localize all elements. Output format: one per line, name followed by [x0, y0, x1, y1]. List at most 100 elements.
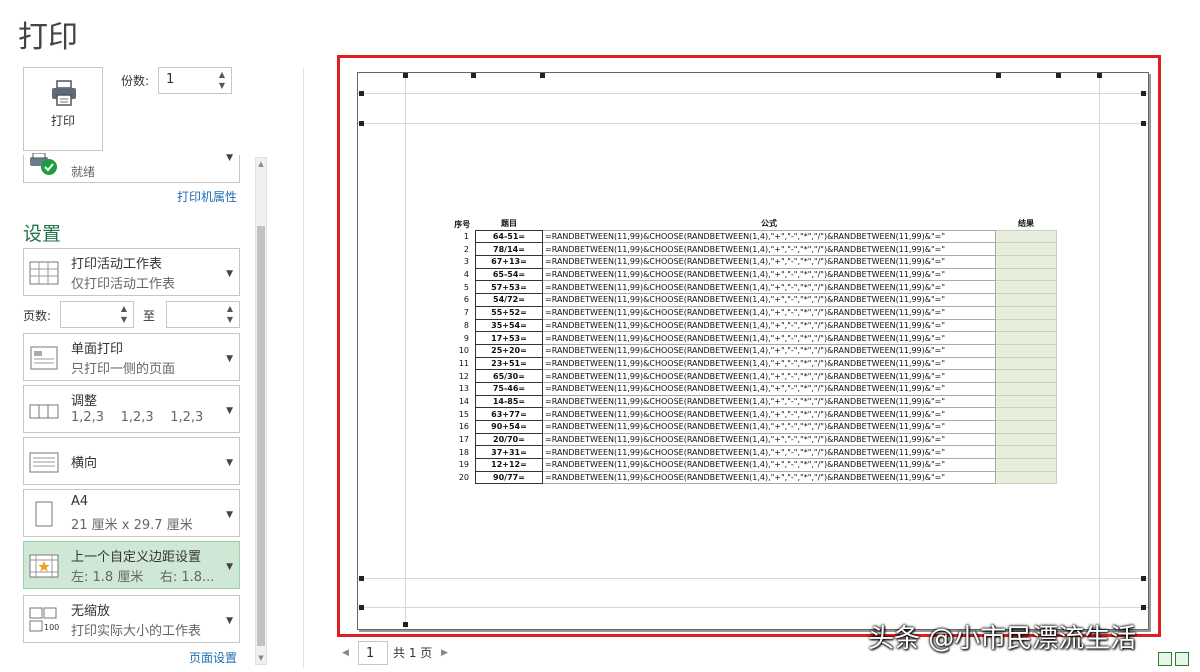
- pages-to-stepper[interactable]: ▲ ▼: [166, 301, 240, 328]
- margin-handle[interactable]: [359, 605, 364, 610]
- table-row: 14 14-85= =RANDBETWEEN(11,99)&CHOOSE(RANDB…: [449, 394, 1057, 409]
- margin-handle[interactable]: [1097, 73, 1102, 78]
- paper-title: A4: [71, 494, 89, 509]
- margin-handle[interactable]: [359, 576, 364, 581]
- result-cell: [995, 420, 1057, 434]
- row-number: 16: [458, 422, 469, 432]
- chevron-down-icon: ▼: [226, 269, 233, 279]
- question-cell: 75-46=: [475, 381, 543, 396]
- show-margins-button[interactable]: [1158, 652, 1172, 666]
- stepper-up-icon[interactable]: ▲: [216, 70, 228, 80]
- chevron-down-icon: ▼: [226, 406, 233, 416]
- collate-select[interactable]: 调整 1,2,3 1,2,3 1,2,3 ▼: [23, 385, 240, 433]
- table-row: 7 55+52= =RANDBETWEEN(11,99)&CHOOSE(RANDBE…: [449, 305, 1057, 320]
- formula-cell: =RANDBETWEEN(11,99)&CHOOSE(RANDBETWEEN(1…: [542, 369, 996, 383]
- stepper-down-icon[interactable]: ▼: [118, 315, 130, 325]
- table-row: 5 57+53= =RANDBETWEEN(11,99)&CHOOSE(RANDBE…: [449, 280, 1057, 295]
- scrollbar-thumb[interactable]: [257, 226, 265, 646]
- page-title: 打印: [18, 20, 78, 55]
- print-active-sheet-select[interactable]: 打印活动工作表 仅打印活动工作表 ▼: [23, 248, 240, 296]
- copies-stepper[interactable]: 1 ▲ ▼: [158, 67, 232, 94]
- scaling-select[interactable]: 100 无缩放 打印实际大小的工作表 ▼: [23, 595, 240, 643]
- page-setup-link[interactable]: 页面设置: [189, 649, 237, 666]
- result-cell: [995, 242, 1057, 257]
- question-cell: 63+77=: [475, 407, 543, 421]
- scaling-subtitle: 打印实际大小的工作表: [71, 624, 202, 639]
- row-number: 13: [458, 384, 469, 394]
- settings-scrollbar[interactable]: ▲ ▼: [255, 157, 267, 665]
- row-number: 12: [458, 371, 469, 381]
- result-cell: [995, 343, 1057, 358]
- chevron-down-icon: ▼: [226, 153, 233, 163]
- stepper-down-icon[interactable]: ▼: [224, 315, 236, 325]
- formula-cell: =RANDBETWEEN(11,99)&CHOOSE(RANDBETWEEN(1…: [542, 267, 996, 282]
- result-cell: [995, 229, 1057, 244]
- margin-handle[interactable]: [1056, 73, 1061, 78]
- margin-handle[interactable]: [359, 121, 364, 126]
- sided-select[interactable]: 单面打印 只打印一侧的页面 ▼: [23, 333, 240, 381]
- question-cell: 78/14=: [475, 242, 543, 257]
- stepper-up-icon[interactable]: ▲: [224, 304, 236, 314]
- prev-page-icon[interactable]: ◀: [342, 648, 349, 658]
- landscape-icon: [29, 452, 59, 473]
- margin-handle[interactable]: [359, 91, 364, 96]
- row-number: 20: [458, 473, 469, 483]
- margin-handle[interactable]: [403, 73, 408, 78]
- table-row: 3 67+13= =RANDBETWEEN(11,99)&CHOOSE(RANDBE…: [449, 255, 1057, 269]
- panel-divider: [303, 68, 304, 668]
- orientation-select[interactable]: 横向 ▼: [23, 437, 240, 485]
- row-number: 14: [458, 396, 469, 406]
- next-page-icon[interactable]: ▶: [441, 648, 448, 658]
- scroll-up-icon[interactable]: ▲: [256, 160, 266, 168]
- pages-label: 页数:: [23, 309, 52, 323]
- pages-to-label: 至: [143, 309, 156, 323]
- pages-from-stepper[interactable]: ▲ ▼: [60, 301, 134, 328]
- question-cell: 14-85=: [475, 394, 543, 409]
- zoom-to-page-button[interactable]: [1175, 652, 1189, 666]
- chevron-down-icon: ▼: [226, 458, 233, 468]
- table-row: 18 37+31= =RANDBETWEEN(11,99)&CHOOSE(RANDB…: [449, 445, 1057, 460]
- row-number: 17: [458, 435, 469, 445]
- question-cell: 90+54=: [475, 420, 543, 434]
- margin-handle[interactable]: [540, 73, 545, 78]
- row-number: 10: [458, 346, 469, 356]
- paper-size-select[interactable]: A4 21 厘米 x 29.7 厘米 ▼: [23, 489, 240, 537]
- row-number: 6: [463, 295, 469, 305]
- question-cell: 23+51=: [475, 356, 543, 371]
- stepper-up-icon[interactable]: ▲: [118, 304, 130, 314]
- printer-select[interactable]: 就绪 ▼: [23, 153, 240, 183]
- formula-cell: =RANDBETWEEN(11,99)&CHOOSE(RANDBETWEEN(1…: [542, 293, 996, 307]
- question-cell: 25+20=: [475, 343, 543, 358]
- copies-label: 份数:: [121, 74, 150, 88]
- paper-icon: [35, 501, 53, 527]
- margin-handle[interactable]: [996, 73, 1001, 78]
- margin-handle[interactable]: [403, 622, 408, 627]
- print-button[interactable]: 打印: [23, 67, 103, 151]
- margin-handle[interactable]: [1141, 121, 1146, 126]
- stepper-down-icon[interactable]: ▼: [216, 81, 228, 91]
- table-header-row: 序号 题目 公式 结果: [449, 218, 1057, 230]
- scroll-down-icon[interactable]: ▼: [256, 654, 266, 662]
- formula-cell: =RANDBETWEEN(11,99)&CHOOSE(RANDBETWEEN(1…: [542, 445, 996, 460]
- row-number: 9: [463, 333, 469, 343]
- row-number: 2: [463, 244, 469, 254]
- margin-guide: [358, 123, 1148, 124]
- formula-cell: =RANDBETWEEN(11,99)&CHOOSE(RANDBETWEEN(1…: [542, 305, 996, 320]
- chevron-down-icon: ▼: [226, 510, 233, 520]
- margin-guide: [358, 93, 1148, 94]
- collate-subtitle: 1,2,3 1,2,3 1,2,3: [71, 410, 204, 425]
- current-page-input[interactable]: 1: [358, 641, 388, 665]
- margin-handle[interactable]: [1141, 91, 1146, 96]
- result-cell: [995, 293, 1057, 307]
- margins-select[interactable]: 上一个自定义边距设置 左: 1.8 厘米 右: 1.8... ▼: [23, 541, 240, 589]
- table-row: 9 17+53= =RANDBETWEEN(11,99)&CHOOSE(RANDBE…: [449, 331, 1057, 345]
- printer-properties-link[interactable]: 打印机属性: [177, 188, 237, 205]
- formula-cell: =RANDBETWEEN(11,99)&CHOOSE(RANDBETWEEN(1…: [542, 331, 996, 345]
- formula-cell: =RANDBETWEEN(11,99)&CHOOSE(RANDBETWEEN(1…: [542, 381, 996, 396]
- margin-handle[interactable]: [1141, 576, 1146, 581]
- question-cell: 20/70=: [475, 432, 543, 447]
- formula-cell: =RANDBETWEEN(11,99)&CHOOSE(RANDBETWEEN(1…: [542, 343, 996, 358]
- formula-cell: =RANDBETWEEN(11,99)&CHOOSE(RANDBETWEEN(1…: [542, 394, 996, 409]
- margin-handle[interactable]: [471, 73, 476, 78]
- margin-handle[interactable]: [1141, 605, 1146, 610]
